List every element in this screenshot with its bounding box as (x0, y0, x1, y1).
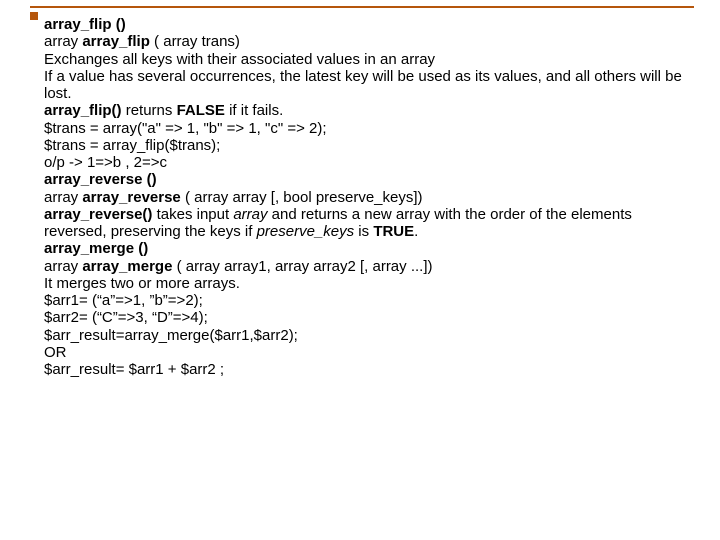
text-line: OR (44, 344, 694, 361)
text-line: array (44, 189, 82, 206)
bullet-square (30, 12, 38, 20)
text-line: $arr_result= $arr1 + $arr2 ; (44, 361, 694, 378)
text-line: ( array array [, bool preserve_keys]) (181, 189, 423, 206)
text-line: $arr_result=array_merge($arr1,$arr2); (44, 327, 694, 344)
text-line: It merges two or more arrays. (44, 275, 694, 292)
text-line: array (44, 33, 82, 50)
text-line: array (233, 206, 267, 223)
text-line: if it fails. (225, 102, 283, 119)
text-line: array_flip() (44, 102, 122, 119)
text-line: array_merge (82, 258, 172, 275)
text-line: array_reverse () (44, 171, 157, 188)
text-line: $trans = array("a" => 1, "b" => 1, "c" =… (44, 120, 694, 137)
text-line: . (414, 223, 418, 240)
text-line: returns (122, 102, 177, 119)
text-line: If a value has several occurrences, the … (44, 68, 694, 103)
text-line: o/p -> 1=>b , 2=>c (44, 154, 694, 171)
text-line: array_reverse (82, 189, 180, 206)
text-line: ( array trans) (150, 33, 240, 50)
text-line: Exchanges all keys with their associated… (44, 51, 694, 68)
slide: array_flip () array array_flip ( array t… (0, 0, 720, 540)
horizontal-rule (30, 6, 694, 8)
text-line: ( array array1, array array2 [, array ..… (172, 258, 432, 275)
text-line: array_merge () (44, 240, 148, 257)
text-line: array_reverse() (44, 206, 152, 223)
text-line: is (354, 223, 373, 240)
text-line: $arr1= (“a”=>1, ”b”=>2); (44, 292, 694, 309)
text-line: $arr2= (“C”=>3, “D”=>4); (44, 309, 694, 326)
text-line: FALSE (177, 102, 225, 119)
text-line: array_flip (82, 33, 150, 50)
text-line: takes input (152, 206, 233, 223)
text-line: TRUE (373, 223, 414, 240)
text-line: $trans = array_flip($trans); (44, 137, 694, 154)
text-line: array_flip () (44, 16, 126, 33)
text-line: preserve_keys (257, 223, 355, 240)
slide-text: array_flip () array array_flip ( array t… (44, 16, 694, 378)
text-line: array (44, 258, 82, 275)
